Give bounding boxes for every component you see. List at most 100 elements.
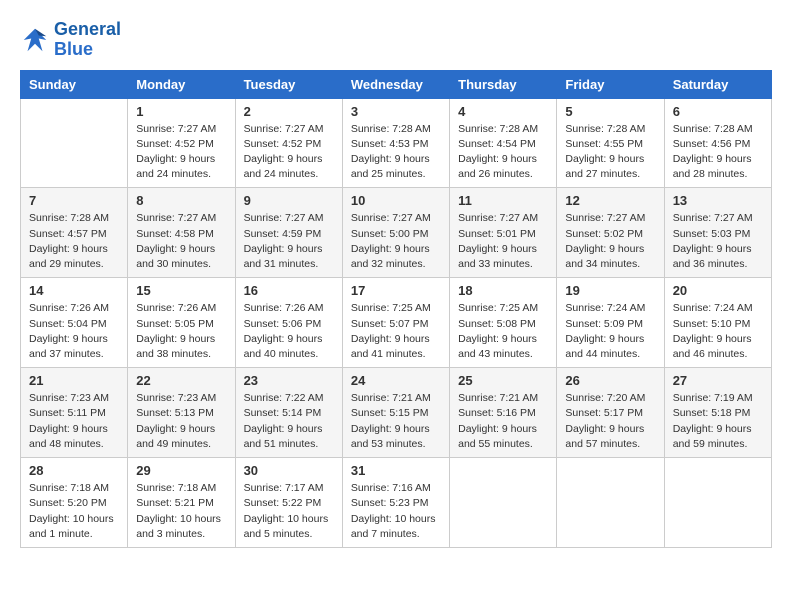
calendar-header-row: SundayMondayTuesdayWednesdayThursdayFrid… <box>21 70 772 98</box>
day-info: Sunrise: 7:28 AM Sunset: 4:55 PM Dayligh… <box>565 122 655 183</box>
calendar-cell: 6 Sunrise: 7:28 AM Sunset: 4:56 PM Daylig… <box>664 98 771 188</box>
calendar-cell <box>557 458 664 548</box>
calendar-cell: 25 Sunrise: 7:21 AM Sunset: 5:16 PM Dayli… <box>450 368 557 458</box>
day-number: 24 <box>351 373 441 388</box>
calendar-cell <box>664 458 771 548</box>
calendar-cell: 24Sunrise: 7:21 AM Sunset: 5:15 PM Dayli… <box>342 368 449 458</box>
day-info: Sunrise: 7:26 AM Sunset: 5:06 PM Dayligh… <box>244 301 334 362</box>
calendar-cell: 15 Sunrise: 7:26 AM Sunset: 5:05 PM Dayli… <box>128 278 235 368</box>
day-info: Sunrise: 7:27 AM Sunset: 5:02 PM Dayligh… <box>565 211 655 272</box>
calendar-cell: 2 Sunrise: 7:27 AM Sunset: 4:52 PM Daylig… <box>235 98 342 188</box>
day-info: Sunrise: 7:27 AM Sunset: 5:03 PM Dayligh… <box>673 211 763 272</box>
calendar-cell: 28Sunrise: 7:18 AM Sunset: 5:20 PM Dayli… <box>21 458 128 548</box>
calendar-week-row: 28Sunrise: 7:18 AM Sunset: 5:20 PM Dayli… <box>21 458 772 548</box>
day-number: 29 <box>136 463 226 478</box>
day-info: Sunrise: 7:22 AM Sunset: 5:14 PM Dayligh… <box>244 391 334 452</box>
day-number: 15 <box>136 283 226 298</box>
day-number: 3 <box>351 104 441 119</box>
logo-text: General Blue <box>54 20 121 60</box>
calendar-cell <box>450 458 557 548</box>
weekday-header-sunday: Sunday <box>21 70 128 98</box>
calendar-cell: 16 Sunrise: 7:26 AM Sunset: 5:06 PM Dayli… <box>235 278 342 368</box>
calendar-cell: 8Sunrise: 7:27 AM Sunset: 4:58 PM Daylig… <box>128 188 235 278</box>
day-info: Sunrise: 7:17 AM Sunset: 5:22 PM Dayligh… <box>244 481 334 542</box>
day-number: 13 <box>673 193 763 208</box>
day-info: Sunrise: 7:27 AM Sunset: 5:01 PM Dayligh… <box>458 211 548 272</box>
calendar-week-row: 7Sunrise: 7:28 AM Sunset: 4:57 PM Daylig… <box>21 188 772 278</box>
day-number: 19 <box>565 283 655 298</box>
day-info: Sunrise: 7:23 AM Sunset: 5:11 PM Dayligh… <box>29 391 119 452</box>
day-info: Sunrise: 7:18 AM Sunset: 5:20 PM Dayligh… <box>29 481 119 542</box>
weekday-header-friday: Friday <box>557 70 664 98</box>
calendar-cell <box>21 98 128 188</box>
calendar-cell: 17Sunrise: 7:25 AM Sunset: 5:07 PM Dayli… <box>342 278 449 368</box>
calendar-cell: 5 Sunrise: 7:28 AM Sunset: 4:55 PM Daylig… <box>557 98 664 188</box>
day-info: Sunrise: 7:27 AM Sunset: 4:58 PM Dayligh… <box>136 211 226 272</box>
day-number: 25 <box>458 373 548 388</box>
calendar-table: SundayMondayTuesdayWednesdayThursdayFrid… <box>20 70 772 548</box>
calendar-cell: 11 Sunrise: 7:27 AM Sunset: 5:01 PM Dayli… <box>450 188 557 278</box>
calendar-cell: 10 Sunrise: 7:27 AM Sunset: 5:00 PM Dayli… <box>342 188 449 278</box>
day-number: 20 <box>673 283 763 298</box>
calendar-cell: 29Sunrise: 7:18 AM Sunset: 5:21 PM Dayli… <box>128 458 235 548</box>
calendar-cell: 30 Sunrise: 7:17 AM Sunset: 5:22 PM Dayli… <box>235 458 342 548</box>
calendar-cell: 18 Sunrise: 7:25 AM Sunset: 5:08 PM Dayli… <box>450 278 557 368</box>
day-number: 31 <box>351 463 441 478</box>
calendar-cell: 1Sunrise: 7:27 AM Sunset: 4:52 PM Daylig… <box>128 98 235 188</box>
day-info: Sunrise: 7:24 AM Sunset: 5:09 PM Dayligh… <box>565 301 655 362</box>
calendar-cell: 4 Sunrise: 7:28 AM Sunset: 4:54 PM Daylig… <box>450 98 557 188</box>
calendar-week-row: 14 Sunrise: 7:26 AM Sunset: 5:04 PM Dayli… <box>21 278 772 368</box>
weekday-header-thursday: Thursday <box>450 70 557 98</box>
calendar-cell: 19 Sunrise: 7:24 AM Sunset: 5:09 PM Dayli… <box>557 278 664 368</box>
day-number: 18 <box>458 283 548 298</box>
calendar-cell: 12 Sunrise: 7:27 AM Sunset: 5:02 PM Dayli… <box>557 188 664 278</box>
day-number: 14 <box>29 283 119 298</box>
day-info: Sunrise: 7:25 AM Sunset: 5:08 PM Dayligh… <box>458 301 548 362</box>
day-info: Sunrise: 7:28 AM Sunset: 4:53 PM Dayligh… <box>351 122 441 183</box>
weekday-header-tuesday: Tuesday <box>235 70 342 98</box>
calendar-cell: 21 Sunrise: 7:23 AM Sunset: 5:11 PM Dayli… <box>21 368 128 458</box>
day-number: 16 <box>244 283 334 298</box>
day-number: 2 <box>244 104 334 119</box>
day-info: Sunrise: 7:27 AM Sunset: 5:00 PM Dayligh… <box>351 211 441 272</box>
calendar-cell: 9Sunrise: 7:27 AM Sunset: 4:59 PM Daylig… <box>235 188 342 278</box>
calendar-cell: 14 Sunrise: 7:26 AM Sunset: 5:04 PM Dayli… <box>21 278 128 368</box>
page-header: General Blue <box>20 20 772 60</box>
day-info: Sunrise: 7:24 AM Sunset: 5:10 PM Dayligh… <box>673 301 763 362</box>
day-info: Sunrise: 7:19 AM Sunset: 5:18 PM Dayligh… <box>673 391 763 452</box>
day-number: 10 <box>351 193 441 208</box>
day-number: 6 <box>673 104 763 119</box>
calendar-cell: 7Sunrise: 7:28 AM Sunset: 4:57 PM Daylig… <box>21 188 128 278</box>
day-info: Sunrise: 7:26 AM Sunset: 5:05 PM Dayligh… <box>136 301 226 362</box>
calendar-cell: 26 Sunrise: 7:20 AM Sunset: 5:17 PM Dayli… <box>557 368 664 458</box>
day-number: 21 <box>29 373 119 388</box>
logo-icon <box>20 25 50 55</box>
weekday-header-wednesday: Wednesday <box>342 70 449 98</box>
day-info: Sunrise: 7:27 AM Sunset: 4:52 PM Dayligh… <box>136 122 226 183</box>
day-info: Sunrise: 7:27 AM Sunset: 4:52 PM Dayligh… <box>244 122 334 183</box>
calendar-cell: 23 Sunrise: 7:22 AM Sunset: 5:14 PM Dayli… <box>235 368 342 458</box>
day-number: 5 <box>565 104 655 119</box>
day-info: Sunrise: 7:28 AM Sunset: 4:56 PM Dayligh… <box>673 122 763 183</box>
calendar-cell: 31 Sunrise: 7:16 AM Sunset: 5:23 PM Dayli… <box>342 458 449 548</box>
day-number: 22 <box>136 373 226 388</box>
day-number: 23 <box>244 373 334 388</box>
day-number: 26 <box>565 373 655 388</box>
day-number: 4 <box>458 104 548 119</box>
logo: General Blue <box>20 20 121 60</box>
day-number: 12 <box>565 193 655 208</box>
day-info: Sunrise: 7:26 AM Sunset: 5:04 PM Dayligh… <box>29 301 119 362</box>
day-number: 7 <box>29 193 119 208</box>
day-number: 11 <box>458 193 548 208</box>
calendar-cell: 20 Sunrise: 7:24 AM Sunset: 5:10 PM Dayli… <box>664 278 771 368</box>
day-number: 27 <box>673 373 763 388</box>
day-info: Sunrise: 7:28 AM Sunset: 4:54 PM Dayligh… <box>458 122 548 183</box>
day-info: Sunrise: 7:23 AM Sunset: 5:13 PM Dayligh… <box>136 391 226 452</box>
day-info: Sunrise: 7:20 AM Sunset: 5:17 PM Dayligh… <box>565 391 655 452</box>
day-number: 30 <box>244 463 334 478</box>
calendar-week-row: 1Sunrise: 7:27 AM Sunset: 4:52 PM Daylig… <box>21 98 772 188</box>
day-info: Sunrise: 7:21 AM Sunset: 5:16 PM Dayligh… <box>458 391 548 452</box>
day-info: Sunrise: 7:16 AM Sunset: 5:23 PM Dayligh… <box>351 481 441 542</box>
calendar-cell: 27 Sunrise: 7:19 AM Sunset: 5:18 PM Dayli… <box>664 368 771 458</box>
day-info: Sunrise: 7:25 AM Sunset: 5:07 PM Dayligh… <box>351 301 441 362</box>
